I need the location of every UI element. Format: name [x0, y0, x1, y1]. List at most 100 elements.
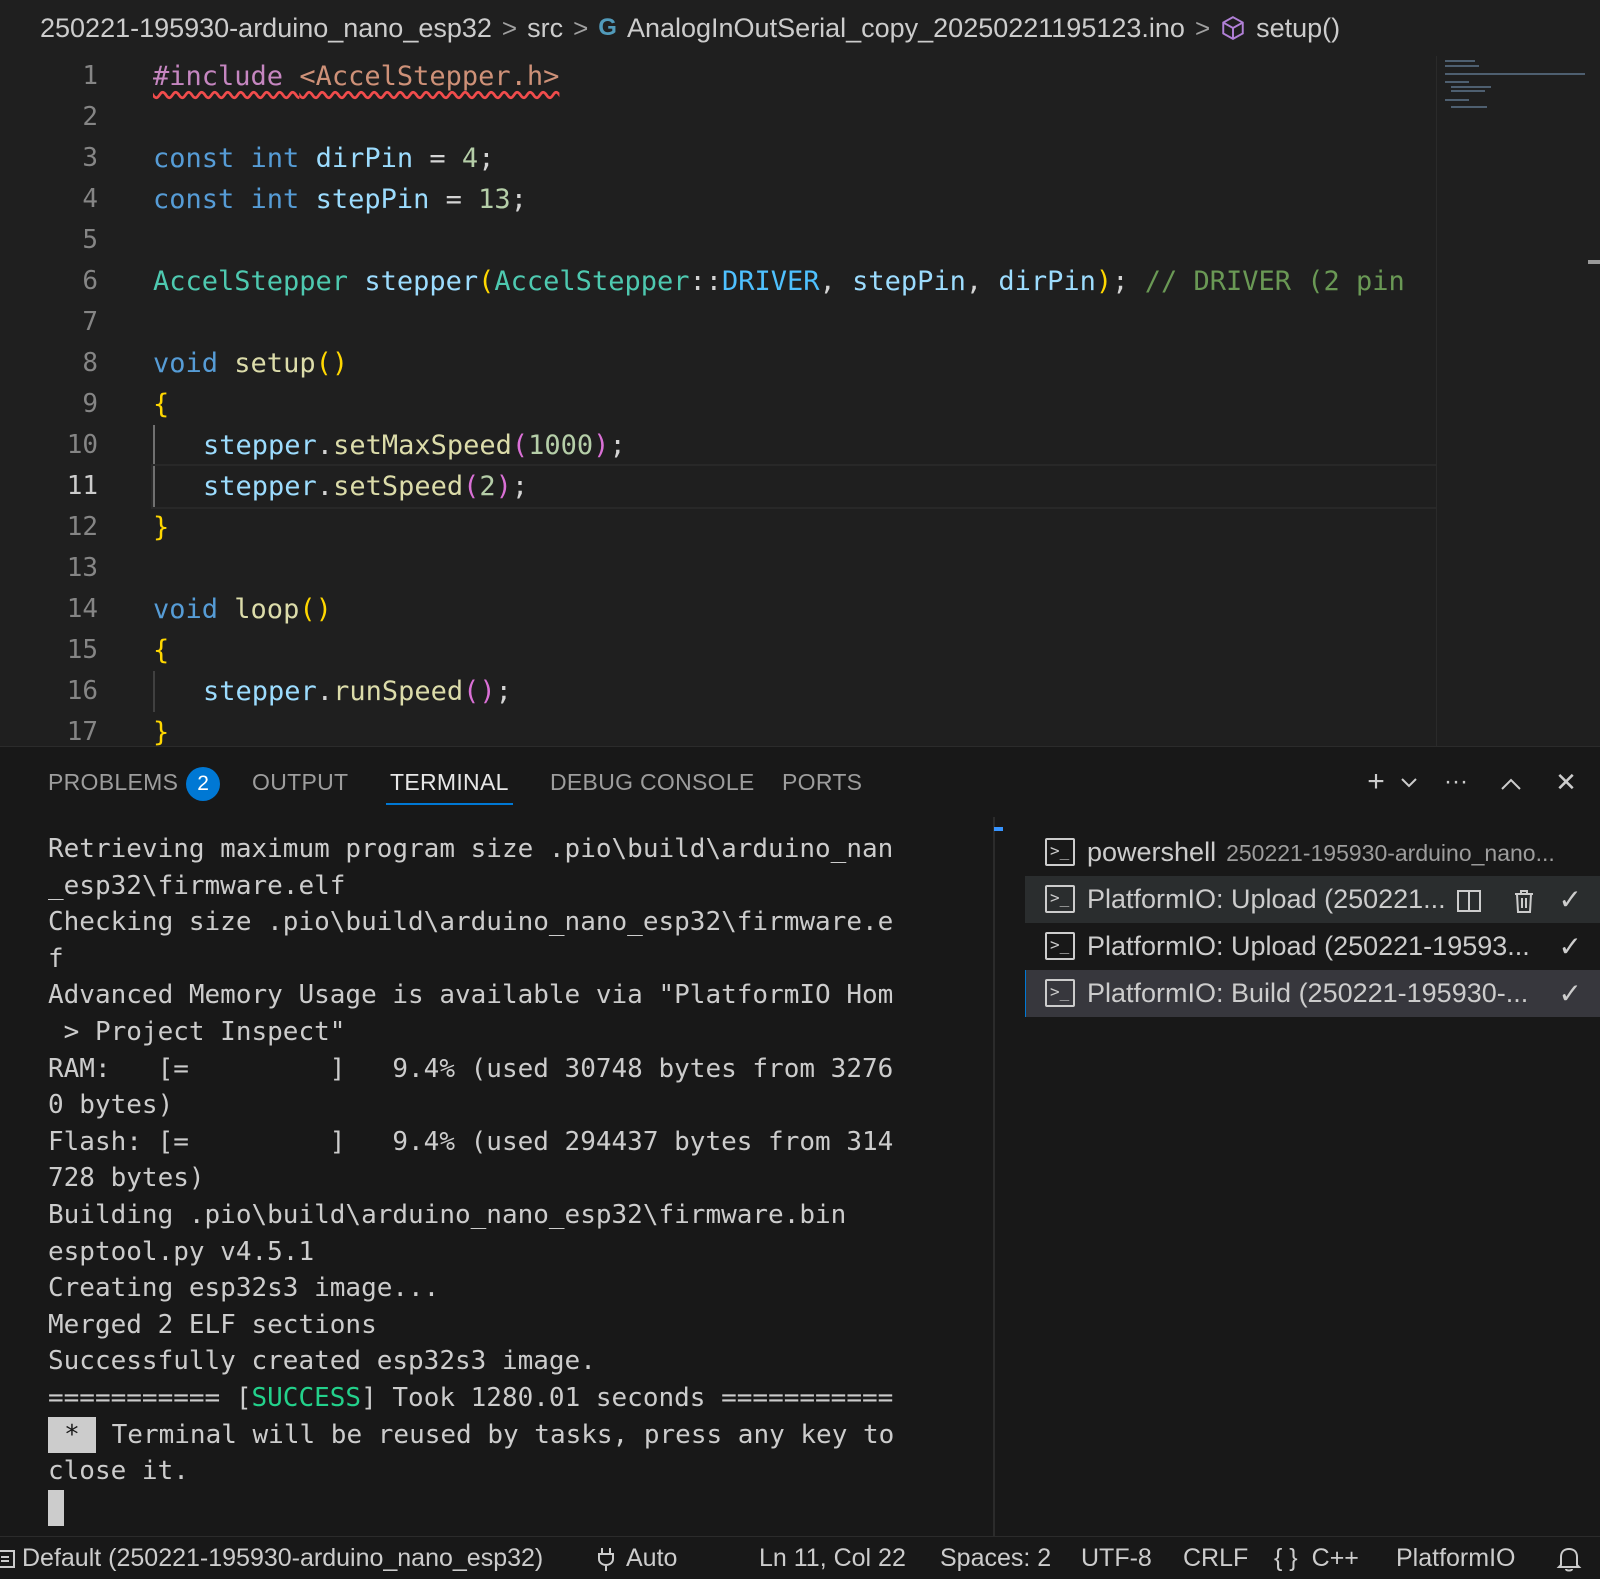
terminal-icon: >_ [1045, 885, 1075, 913]
status-bar: Default (250221-195930-arduino_nano_esp3… [0, 1536, 1600, 1579]
split-terminal-icon[interactable] [1456, 876, 1482, 923]
tab-problems[interactable]: PROBLEMS 2 [48, 747, 221, 817]
close-panel-icon[interactable]: ✕ [1545, 761, 1587, 803]
status-eol[interactable]: CRLF [1183, 1537, 1248, 1579]
terminal-item-upload[interactable]: >_ PlatformIO: Upload (250221... ✓ [1025, 876, 1600, 923]
number-literal: 4 [461, 143, 479, 174]
code-line[interactable]: stepper.runSpeed(); [153, 671, 1436, 712]
number-literal: 1000 [528, 430, 594, 461]
status-project-env[interactable]: Default (250221-195930-arduino_nano_esp3… [0, 1537, 543, 1579]
terminal-item-upload-2[interactable]: >_ PlatformIO: Upload (250221-19593... ✓ [1025, 923, 1600, 970]
current-code-line[interactable]: stepper.setSpeed(2); [151, 464, 1438, 509]
minimap-line [1451, 86, 1491, 88]
variable: dirPin [998, 266, 1096, 297]
terminal-icon: >_ [1045, 838, 1075, 866]
code-line[interactable]: AccelStepper stepper(AccelStepper::DRIVE… [153, 261, 1436, 302]
code-line[interactable]: { [153, 630, 1436, 671]
minimap[interactable] [1436, 56, 1586, 746]
function-name: loop [234, 594, 300, 625]
minimap-line [1445, 60, 1475, 62]
terminal-line: Creating esp32s3 image... [48, 1273, 440, 1304]
tab-terminal[interactable]: TERMINAL [386, 747, 513, 817]
breadcrumb-file[interactable]: G AnalogInOutSerial_copy_20250221195123.… [598, 13, 1185, 44]
breadcrumb-folder[interactable]: 250221-195930-arduino_nano_esp32 [40, 13, 492, 44]
terminal-line: _esp32\firmware.elf [48, 870, 346, 901]
status-cursor-position[interactable]: Ln 11, Col 22 [759, 1537, 906, 1579]
code-line[interactable]: } [153, 712, 1436, 746]
code-lines[interactable]: #include <AccelStepper.h> const int dirP… [151, 56, 1438, 746]
status-encoding[interactable]: UTF-8 [1081, 1537, 1152, 1579]
variable: stepPin [315, 184, 430, 215]
number-literal: 2 [479, 471, 496, 502]
breadcrumb-src[interactable]: src [527, 13, 563, 44]
indent-guide [153, 671, 203, 712]
breadcrumb-separator: > [501, 12, 518, 43]
line-number: 10 [66, 430, 98, 460]
line-number: 2 [82, 102, 98, 132]
chevron-down-icon [1401, 778, 1417, 788]
kill-terminal-trash-icon[interactable] [1512, 876, 1536, 923]
function-name: setup [234, 348, 316, 379]
task-complete-check-icon: ✓ [1558, 884, 1582, 915]
line-number: 6 [82, 266, 98, 296]
project-env-icon [0, 1550, 15, 1569]
terminal-line: Flash: [= ] 9.4% (used 294437 bytes from… [48, 1126, 894, 1157]
status-indentation[interactable]: Spaces: 2 [940, 1537, 1051, 1579]
line-number: 13 [66, 553, 98, 583]
more-actions-icon[interactable]: ··· [1435, 761, 1477, 803]
code-line[interactable]: } [153, 507, 1436, 548]
terminal-output[interactable]: Retrieving maximum program size .pio\bui… [48, 831, 988, 1531]
line-number-active: 11 [66, 471, 98, 501]
type-name: AccelStepper [494, 266, 690, 297]
code-line[interactable]: stepper.setMaxSpeed(1000); [153, 425, 1436, 466]
code-line[interactable] [153, 548, 1436, 589]
terminal-cursor-line [48, 1490, 988, 1527]
problems-count-badge: 2 [186, 766, 221, 801]
terminal-dropdown-chevron-icon[interactable] [1388, 761, 1430, 803]
line-number: 4 [82, 184, 98, 214]
terminal-line: Advanced Memory Usage is available via "… [48, 980, 894, 1011]
breadcrumb-separator: > [573, 12, 589, 43]
maximize-panel-icon[interactable] [1490, 761, 1532, 803]
terminal-icon: >_ [1045, 979, 1075, 1007]
bell-icon [1556, 1548, 1582, 1572]
code-editor[interactable]: 1 2 3 4 5 6 7 8 9 10 11 12 13 14 15 16 1… [0, 56, 1600, 746]
code-line[interactable]: { [153, 384, 1436, 425]
code-line[interactable]: void setup() [153, 343, 1436, 384]
terminal-item-powershell[interactable]: >_ powershell 250221-195930-arduino_nano.… [1025, 829, 1600, 876]
line-number: 3 [82, 143, 98, 173]
include-error-squiggle[interactable]: #include <AccelStepper.h> [153, 61, 559, 92]
status-port[interactable]: Auto [596, 1537, 677, 1579]
terminal-item-build[interactable]: >_ PlatformIO: Build (250221-195930-... … [1025, 970, 1600, 1017]
code-line[interactable] [153, 97, 1436, 138]
enum-member: DRIVER [722, 266, 820, 297]
code-line[interactable]: void loop() [153, 589, 1436, 630]
scrollbar-thumb[interactable] [1588, 260, 1600, 264]
keyword: void [153, 348, 219, 379]
terminal-reuse-line: * Terminal will be reused by tasks, pres… [48, 1416, 988, 1454]
keyword: void [153, 594, 219, 625]
terminal-item-name: PlatformIO: Upload (250221... [1087, 884, 1446, 914]
terminal-line: f [48, 943, 64, 974]
status-language[interactable]: { } C++ [1274, 1537, 1359, 1579]
code-line[interactable]: const int dirPin = 4; [153, 138, 1436, 179]
status-platformio[interactable]: PlatformIO [1396, 1537, 1515, 1579]
code-line[interactable]: #include <AccelStepper.h> [153, 56, 1436, 97]
code-line[interactable] [153, 302, 1436, 343]
editor-scrollbar[interactable] [1588, 56, 1600, 746]
code-line[interactable] [153, 220, 1436, 261]
terminal-line: Merged 2 ELF sections [48, 1309, 377, 1340]
tab-debug-console[interactable]: DEBUG CONSOLE [550, 747, 755, 817]
notifications-bell-icon[interactable] [1556, 1537, 1582, 1579]
function-name: setMaxSpeed [333, 430, 512, 461]
chevron-up-icon [1501, 778, 1521, 790]
breadcrumb-symbol[interactable]: setup() [1220, 13, 1340, 44]
variable: stepper [364, 266, 479, 297]
success-word: SUCCESS [251, 1382, 362, 1413]
code-line[interactable]: const int stepPin = 13; [153, 179, 1436, 220]
terminal-line: Successfully created esp32s3 image. [48, 1346, 596, 1377]
tab-ports[interactable]: PORTS [782, 747, 862, 817]
trash-icon [1515, 890, 1533, 914]
tab-output[interactable]: OUTPUT [252, 747, 348, 817]
terminal-list-divider[interactable] [993, 817, 995, 1537]
